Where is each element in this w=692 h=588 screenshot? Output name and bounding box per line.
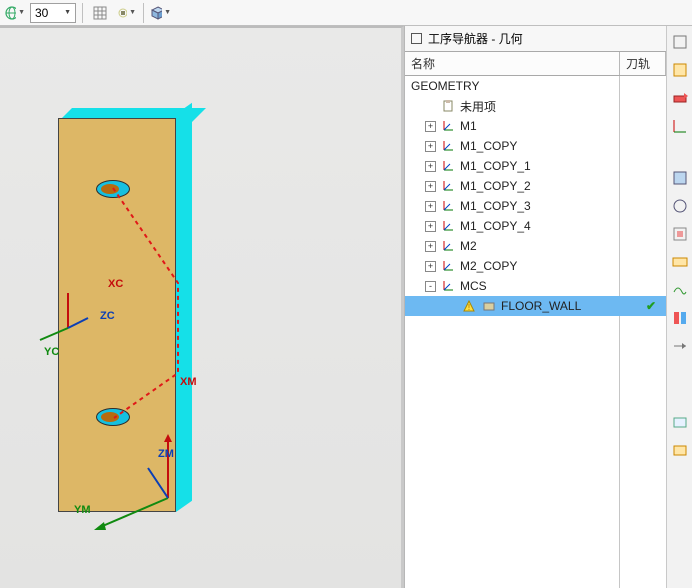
chevron-down-icon: ▼ [129,9,136,16]
separator [143,3,144,23]
separator [82,3,83,23]
mcs-icon [440,259,456,273]
chevron-down-icon: ▼ [64,9,71,16]
expander-plus[interactable]: + [425,121,436,132]
mcs-icon [440,239,456,253]
snap-dropdown[interactable]: ▼ [115,2,137,24]
rb-tool-10[interactable] [670,308,690,328]
top-toolbar: ▼ 30 ▼ ▼ ▼ [0,0,692,26]
rb-tool-9[interactable] [670,280,690,300]
tree-item[interactable]: + M1_COPY_2 [405,176,666,196]
expander-plus[interactable]: + [425,201,436,212]
operation-navigator-panel: 工序导航器 - 几何 名称 刀轨 GEOMETRY 未用项 + M1 + M1_COP… [404,26,666,588]
mcs-icon [440,139,456,153]
wcs-triad [28,278,108,358]
axis-label-zc: ZC [100,310,115,322]
mcs-icon [440,179,456,193]
rb-tool-2[interactable] [670,60,690,80]
mcs-icon [440,279,456,293]
expander-minus[interactable]: - [425,281,436,292]
tree-item-unused[interactable]: 未用项 [405,96,666,116]
expander-plus[interactable]: + [425,261,436,272]
size-select[interactable]: 30 ▼ [30,3,76,23]
globe-icon [5,6,16,20]
tree-label: M1_COPY_3 [460,199,531,213]
size-value: 30 [35,6,48,20]
tree-label: M1 [460,119,477,133]
hole-feature [96,180,130,198]
rb-tool-12[interactable] [670,412,690,432]
tree-item[interactable]: + M1_COPY_3 [405,196,666,216]
geometry-tree[interactable]: GEOMETRY 未用项 + M1 + M1_COPY + M1_COPY_1 + M1_CO… [405,76,666,588]
tree-label: MCS [460,279,487,293]
rb-tool-13[interactable] [670,440,690,460]
rb-tool-11[interactable] [670,336,690,356]
tree-label: M1_COPY_1 [460,159,531,173]
axis-label-xm: XM [180,376,197,388]
mcs-icon [440,219,456,233]
rb-tool-8[interactable] [670,252,690,272]
tree-label: M1_COPY_4 [460,219,531,233]
snap-icon [116,6,127,20]
tree-item-mcs[interactable]: - MCS [405,276,666,296]
tree-label: M2 [460,239,477,253]
rb-tool-1[interactable] [670,32,690,52]
axis-label-yc: YC [44,346,59,358]
3d-viewport[interactable]: XC ZC YC XM ZM YM [0,26,404,588]
svg-text:!: ! [468,303,470,312]
chevron-down-icon: ▼ [18,9,25,16]
rb-tool-7[interactable] [670,224,690,244]
expander-plus[interactable]: + [425,141,436,152]
tree-item[interactable]: + M2 [405,236,666,256]
tree-item-floor-wall[interactable]: ! FLOOR_WALL ✔ [405,296,666,316]
tree-label: FLOOR_WALL [501,299,581,313]
cube-icon [151,6,162,20]
operation-icon [481,299,497,313]
mcs-triad [78,428,188,538]
right-toolbar [666,26,692,588]
grid-icon [93,6,107,20]
tree-label: M1_COPY_2 [460,179,531,193]
axis-label-zm: ZM [158,448,174,460]
chevron-down-icon: ▼ [164,9,171,16]
expander-none [425,101,436,112]
clipboard-icon [440,99,456,113]
axis-label-ym: YM [74,504,91,516]
tree-label: 未用项 [460,98,496,115]
globe-dropdown[interactable]: ▼ [4,2,26,24]
tree-item[interactable]: + M1_COPY_1 [405,156,666,176]
tree-label: M2_COPY [460,259,517,273]
axis-label-xc: XC [108,278,123,290]
tree-item[interactable]: + M1_COPY_4 [405,216,666,236]
panel-title: 工序导航器 - 几何 [428,30,523,47]
hole-feature [96,408,130,426]
rb-tool-3[interactable] [670,88,690,108]
warning-icon: ! [461,299,477,313]
rb-tool-5[interactable] [670,168,690,188]
tree-label: GEOMETRY [411,79,479,93]
panel-toggle-icon [411,33,422,44]
rb-tool-6[interactable] [670,196,690,216]
expander-plus[interactable]: + [425,161,436,172]
tree-column-header: 名称 刀轨 [405,52,666,76]
tree-item[interactable]: + M2_COPY [405,256,666,276]
expander-plus[interactable]: + [425,221,436,232]
mcs-icon [440,119,456,133]
tree-label: M1_COPY [460,139,517,153]
mcs-icon [440,199,456,213]
column-track[interactable]: 刀轨 [620,52,666,75]
expander-plus[interactable]: + [425,241,436,252]
column-name[interactable]: 名称 [405,52,620,75]
mcs-icon [440,159,456,173]
tree-root[interactable]: GEOMETRY [405,76,666,96]
tree-item[interactable]: + M1 [405,116,666,136]
expander-plus[interactable]: + [425,181,436,192]
status-check-icon: ✔ [646,299,656,313]
rb-tool-4[interactable] [670,116,690,136]
grid-button[interactable] [89,2,111,24]
panel-header[interactable]: 工序导航器 - 几何 [405,26,666,52]
cube-dropdown[interactable]: ▼ [150,2,172,24]
tree-item[interactable]: + M1_COPY [405,136,666,156]
